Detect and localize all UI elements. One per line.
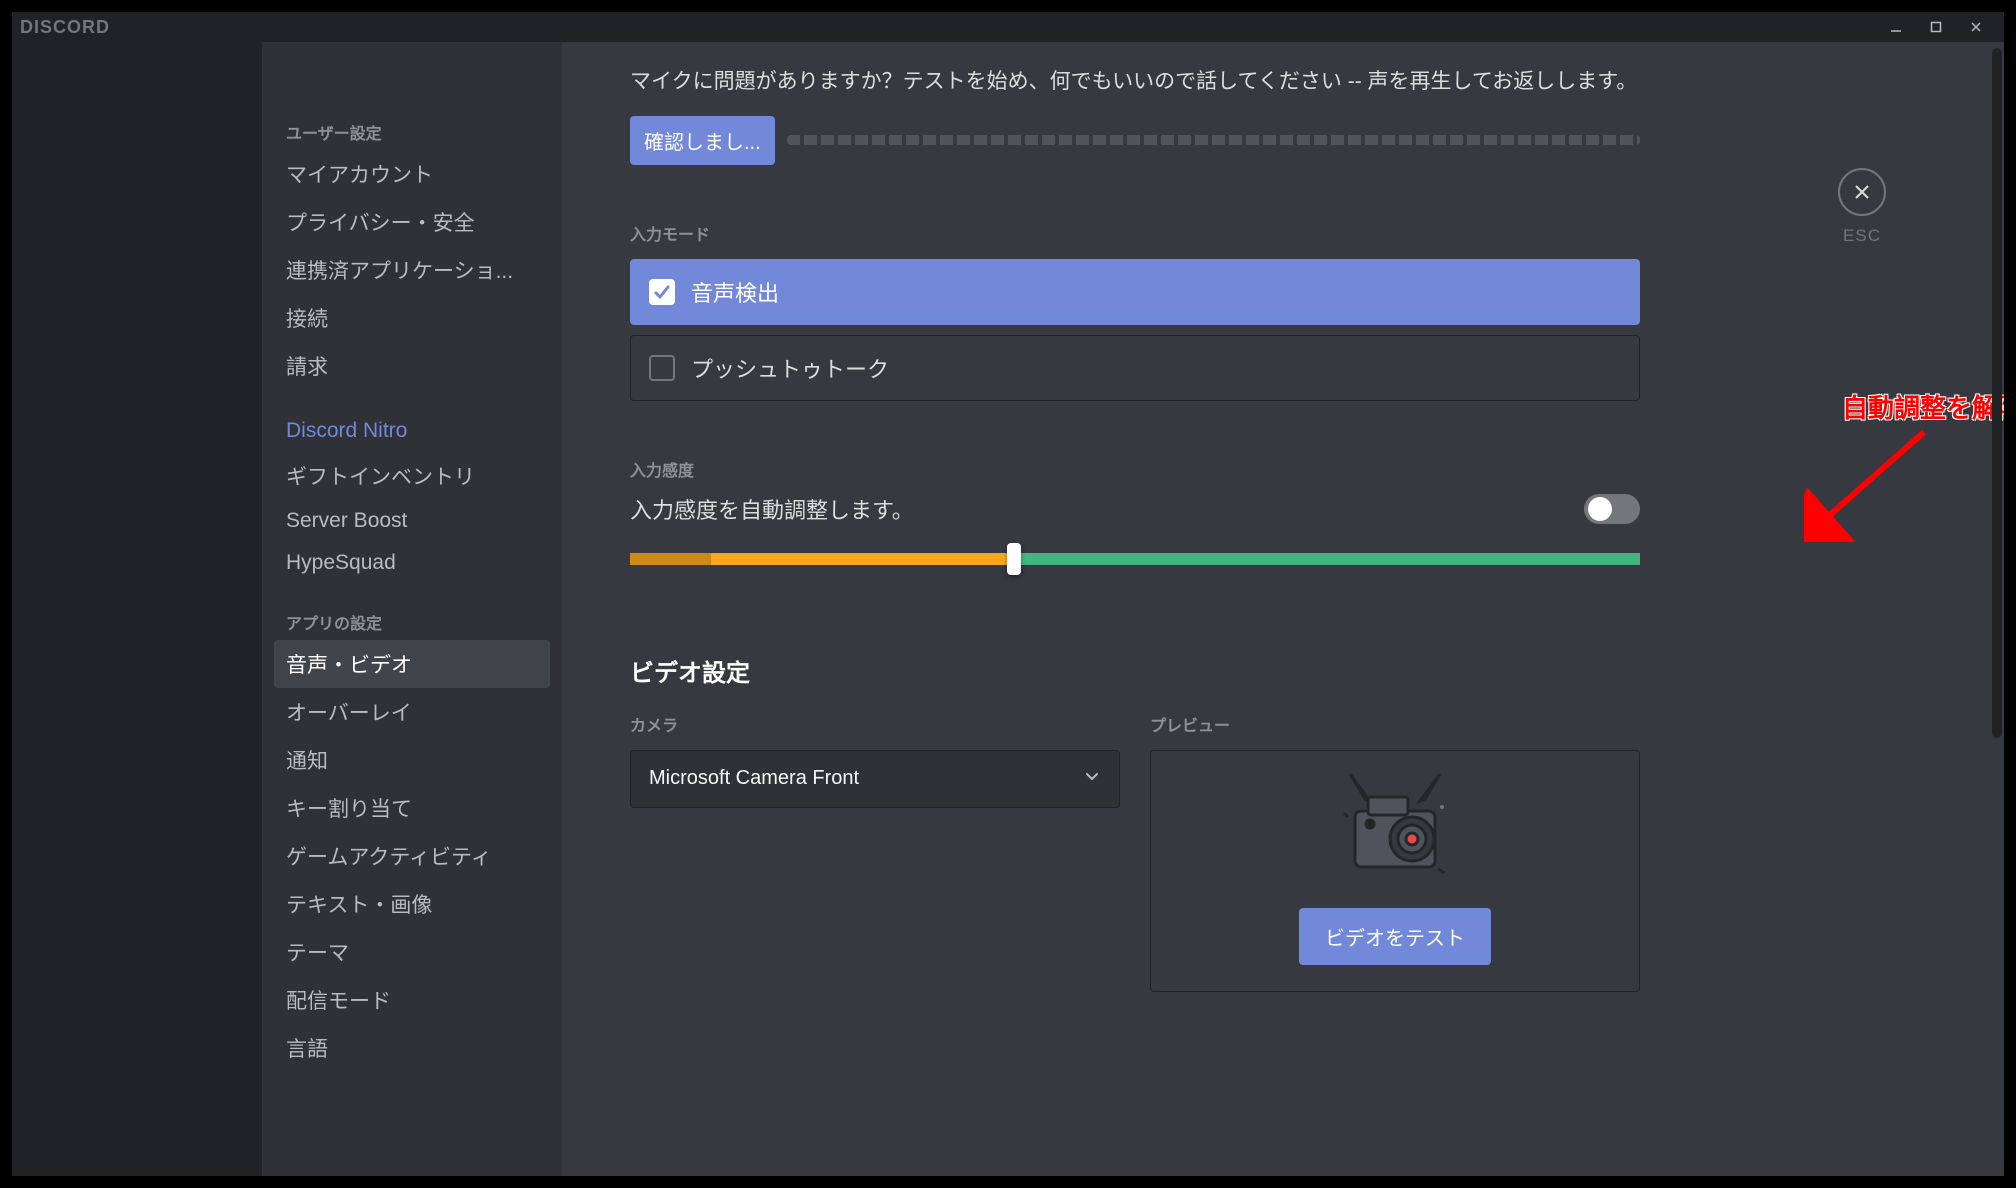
sidebar-item-streamer-mode[interactable]: 配信モード <box>274 976 550 1024</box>
sensitivity-slider[interactable] <box>630 553 1640 565</box>
chevron-down-icon <box>1083 767 1101 791</box>
maximize-button[interactable] <box>1916 12 1956 42</box>
input-mode-push-to-talk[interactable]: プッシュトゥトーク <box>630 335 1640 401</box>
sidebar-item-my-account[interactable]: マイアカウント <box>274 150 550 198</box>
annotation-arrow-icon <box>1804 422 1944 542</box>
settings-sidebar: ユーザー設定 マイアカウント プライバシー・安全 連携済アプリケーショ... 接… <box>262 42 562 1176</box>
sidebar-item-hypesquad[interactable]: HypeSquad <box>274 542 550 584</box>
minimize-button[interactable] <box>1876 12 1916 42</box>
toggle-knob <box>1588 497 1612 521</box>
camera-illustration-icon <box>1320 769 1470 884</box>
scrollbar[interactable] <box>1992 48 2002 738</box>
auto-sensitivity-toggle[interactable] <box>1584 494 1640 524</box>
checkbox-empty-icon <box>649 355 675 381</box>
input-mode-label: 入力モード <box>630 221 1640 245</box>
sidebar-item-game-activity[interactable]: ゲームアクティビティ <box>274 832 550 880</box>
sidebar-header-user: ユーザー設定 <box>274 114 550 150</box>
close-settings-button[interactable] <box>1838 168 1886 216</box>
sidebar-item-theme[interactable]: テーマ <box>274 928 550 976</box>
mic-check-button[interactable]: 確認しまし... <box>630 116 775 165</box>
left-gutter <box>12 42 262 1176</box>
video-preview-box: ビデオをテスト <box>1150 750 1640 992</box>
sidebar-item-nitro[interactable]: Discord Nitro <box>274 410 550 452</box>
sidebar-item-keybinds[interactable]: キー割り当て <box>274 784 550 832</box>
camera-select[interactable]: Microsoft Camera Front <box>630 750 1120 808</box>
sidebar-item-language[interactable]: 言語 <box>274 1024 550 1072</box>
sidebar-item-voice-video[interactable]: 音声・ビデオ <box>274 640 550 688</box>
camera-field-label: カメラ <box>630 712 1120 736</box>
sidebar-item-privacy[interactable]: プライバシー・安全 <box>274 198 550 246</box>
test-video-button[interactable]: ビデオをテスト <box>1299 908 1491 965</box>
esc-label: ESC <box>1843 226 1881 246</box>
mic-level-meter <box>787 135 1640 145</box>
preview-field-label: プレビュー <box>1150 712 1640 736</box>
checkbox-checked-icon <box>649 279 675 305</box>
sidebar-item-connect[interactable]: 接続 <box>274 294 550 342</box>
close-button[interactable] <box>1956 12 1996 42</box>
slider-thumb[interactable] <box>1007 543 1021 575</box>
sidebar-header-app: アプリの設定 <box>274 604 550 640</box>
annotation-text: 自動調整を解除 <box>1842 388 2004 425</box>
mic-help-text: マイクに問題がありますか？テストを始め、何でもいいので話してください -- 声を… <box>630 66 1640 98</box>
video-settings-heading: ビデオ設定 <box>630 653 1640 688</box>
input-mode-voice-activity[interactable]: 音声検出 <box>630 259 1640 325</box>
sidebar-item-billing[interactable]: 請求 <box>274 342 550 390</box>
sidebar-item-server-boost[interactable]: Server Boost <box>274 500 550 542</box>
titlebar: DISCORD <box>12 12 2004 42</box>
sidebar-item-gift-inventory[interactable]: ギフトインベントリ <box>274 452 550 500</box>
input-mode-ptt-label: プッシュトゥトーク <box>691 352 889 384</box>
sidebar-item-text-images[interactable]: テキスト・画像 <box>274 880 550 928</box>
camera-select-value: Microsoft Camera Front <box>649 767 859 790</box>
auto-sensitivity-text: 入力感度を自動調整します。 <box>630 493 1584 525</box>
input-mode-voice-label: 音声検出 <box>691 276 779 308</box>
sidebar-item-connections[interactable]: 連携済アプリケーショ... <box>274 246 550 294</box>
sidebar-item-overlay[interactable]: オーバーレイ <box>274 688 550 736</box>
app-logo: DISCORD <box>20 17 110 38</box>
sensitivity-label: 入力感度 <box>630 457 1640 481</box>
sidebar-item-notifications[interactable]: 通知 <box>274 736 550 784</box>
